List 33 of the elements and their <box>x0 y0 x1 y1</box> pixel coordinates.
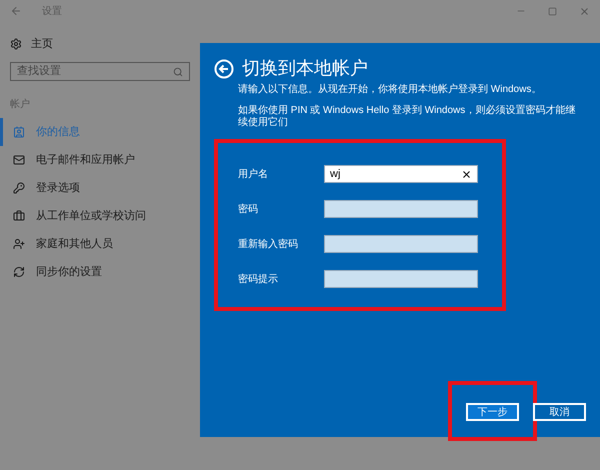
back-circle-icon[interactable] <box>214 58 234 78</box>
search-icon <box>173 66 183 76</box>
cancel-button[interactable]: 取消 <box>533 403 586 421</box>
sidebar-item[interactable]: 从工作单位或学校访问 <box>0 202 200 230</box>
input-field[interactable] <box>324 200 478 218</box>
clear-icon[interactable] <box>461 168 472 180</box>
mail-icon <box>13 154 25 166</box>
field-label: 密码提示 <box>238 272 279 286</box>
sidebar-item[interactable]: 电子邮件和应用帐户 <box>0 146 200 174</box>
input-field[interactable]: wj <box>324 165 478 183</box>
back-icon[interactable] <box>10 5 22 17</box>
input-field[interactable] <box>324 235 478 253</box>
field-label: 重新输入密码 <box>238 238 299 252</box>
dialog-title: 切换到本地帐户 <box>242 57 368 80</box>
close-icon[interactable] <box>579 6 590 16</box>
intro-text: 请输入以下信息。从现在开始，你将使用本地帐户登录到 Windows。 <box>238 84 542 96</box>
next-button[interactable]: 下一步 <box>466 403 519 421</box>
maximize-icon[interactable] <box>548 6 557 16</box>
sidebar-item[interactable]: 登录选项 <box>0 174 200 202</box>
note-text: 如果你使用 PIN 或 Windows Hello 登录到 Windows，则必须设置密码才能继续使用它们 <box>238 105 576 129</box>
sidebar-item[interactable]: 同步你的设置 <box>0 258 200 286</box>
key-icon <box>13 182 25 194</box>
input-field[interactable] <box>324 270 478 288</box>
home-link[interactable]: 主页 <box>31 36 53 52</box>
search-field[interactable]: 查找设置 <box>10 62 190 81</box>
sync-icon <box>13 266 25 278</box>
info-icon <box>13 126 25 138</box>
gear-icon <box>10 38 22 50</box>
field-label: 密码 <box>238 202 259 216</box>
work-icon <box>13 210 25 222</box>
field-label: 用户名 <box>238 168 269 182</box>
people-icon <box>13 238 25 250</box>
sidebar-item[interactable]: 家庭和其他人员 <box>0 230 200 258</box>
